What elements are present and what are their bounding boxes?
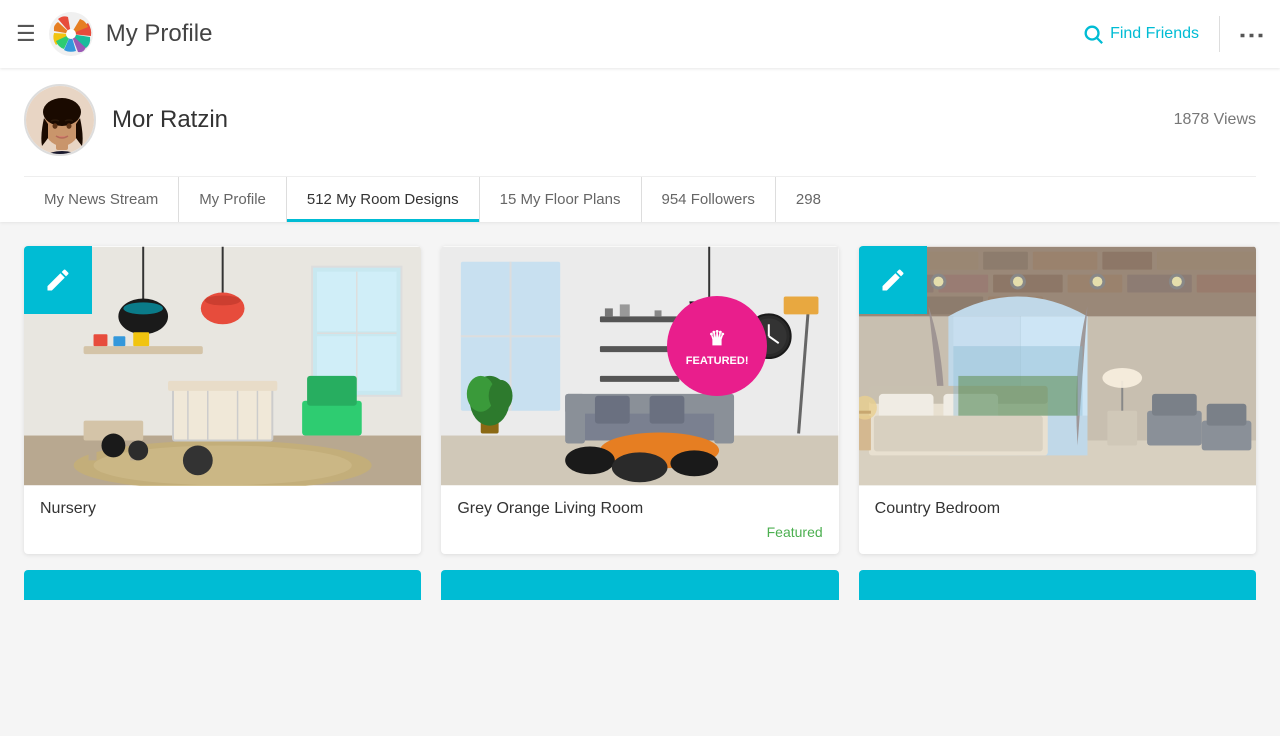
edit-icon-bedroom bbox=[879, 266, 907, 294]
card-footer-living: Grey Orange Living Room Featured bbox=[441, 486, 838, 554]
edit-badge-bedroom[interactable] bbox=[859, 246, 927, 314]
header-title: My Profile bbox=[106, 20, 213, 48]
card-footer-bedroom: Country Bedroom bbox=[859, 486, 1256, 538]
card-image-container-nursery bbox=[24, 246, 421, 486]
avatar bbox=[24, 84, 96, 156]
card-image-container-living: ♛ FEATURED! bbox=[441, 246, 838, 486]
bottom-card-3 bbox=[859, 570, 1256, 600]
header-left: ☰ My Profile bbox=[16, 11, 212, 57]
profile-info: Mor Ratzin bbox=[24, 84, 228, 156]
app-logo bbox=[48, 11, 94, 57]
designs-grid: Nursery bbox=[24, 246, 1256, 554]
tab-news-stream[interactable]: My News Stream bbox=[24, 177, 179, 222]
more-options-icon[interactable]: ⋮ bbox=[1237, 22, 1268, 46]
avatar-image bbox=[26, 86, 96, 156]
card-title-living: Grey Orange Living Room bbox=[457, 500, 822, 518]
find-friends-label: Find Friends bbox=[1110, 25, 1199, 43]
profile-top: Mor Ratzin 1878 Views bbox=[24, 84, 1256, 168]
header-divider bbox=[1219, 16, 1220, 52]
tab-followers[interactable]: 954 Followers bbox=[642, 177, 776, 222]
tab-floor-plans[interactable]: 15 My Floor Plans bbox=[480, 177, 642, 222]
design-card-living-room: ♛ FEATURED! Grey Orange Living Room Feat… bbox=[441, 246, 838, 554]
card-title-bedroom: Country Bedroom bbox=[875, 500, 1240, 518]
card-featured-label: Featured bbox=[457, 524, 822, 540]
bottom-card-1 bbox=[24, 570, 421, 600]
featured-badge-text: FEATURED! bbox=[686, 355, 749, 367]
edit-icon bbox=[44, 266, 72, 294]
edit-badge-nursery[interactable] bbox=[24, 246, 92, 314]
design-card-nursery: Nursery bbox=[24, 246, 421, 554]
tab-room-designs[interactable]: 512 My Room Designs bbox=[287, 177, 480, 222]
tab-my-profile[interactable]: My Profile bbox=[179, 177, 287, 222]
header-right: Find Friends ⋮ bbox=[1082, 16, 1264, 52]
profile-tabs: My News Stream My Profile 512 My Room De… bbox=[24, 176, 1256, 222]
card-footer-nursery: Nursery bbox=[24, 486, 421, 538]
profile-name: Mor Ratzin bbox=[112, 106, 228, 134]
crown-icon: ♛ bbox=[708, 326, 726, 351]
hamburger-icon[interactable]: ☰ bbox=[16, 21, 36, 47]
card-image-container-bedroom bbox=[859, 246, 1256, 486]
views-count: 1878 Views bbox=[1174, 111, 1256, 129]
search-icon bbox=[1082, 23, 1104, 45]
bottom-card-2 bbox=[441, 570, 838, 600]
bottom-cards-row bbox=[24, 570, 1256, 600]
card-title-nursery: Nursery bbox=[40, 500, 405, 518]
find-friends-button[interactable]: Find Friends bbox=[1082, 23, 1199, 45]
app-header: ☰ My Profile Find Friends ⋮ bbox=[0, 0, 1280, 68]
tab-following[interactable]: 298 bbox=[776, 177, 841, 222]
profile-section: Mor Ratzin 1878 Views My News Stream My … bbox=[0, 68, 1280, 222]
living-room-image bbox=[441, 246, 838, 486]
design-card-bedroom: Country Bedroom bbox=[859, 246, 1256, 554]
main-content: Nursery bbox=[0, 222, 1280, 624]
featured-badge: ♛ FEATURED! bbox=[667, 296, 767, 396]
